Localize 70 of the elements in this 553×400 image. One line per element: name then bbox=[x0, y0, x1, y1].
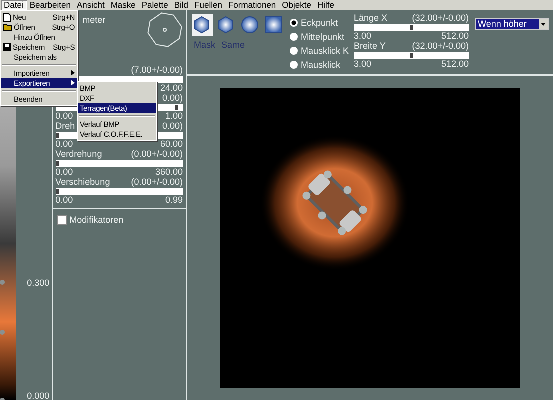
folder-icon bbox=[3, 23, 12, 31]
slider-track[interactable] bbox=[56, 188, 183, 195]
slider-max: 60.00 bbox=[160, 140, 183, 149]
mode-dropdown[interactable]: Wenn höher bbox=[475, 18, 549, 30]
menu-title[interactable]: Maske bbox=[108, 0, 139, 10]
anchor-radio[interactable]: Mausklick K bbox=[290, 46, 348, 56]
menu-title[interactable]: Bild bbox=[171, 0, 192, 10]
slider-thumb[interactable] bbox=[56, 189, 60, 194]
gradient-handle[interactable] bbox=[0, 280, 5, 285]
anchor-radio[interactable]: Mittelpunkt bbox=[290, 32, 348, 42]
shape-button[interactable] bbox=[263, 14, 284, 36]
menu-title[interactable]: Datei bbox=[1, 0, 27, 10]
panel-title: meter bbox=[82, 15, 106, 25]
page-icon bbox=[3, 12, 11, 22]
octagon-icon bbox=[147, 12, 183, 48]
menu-title[interactable]: Formationen bbox=[225, 0, 280, 10]
shape-button[interactable] bbox=[192, 14, 213, 36]
slider-min: 3.00 bbox=[354, 32, 372, 41]
slider-thumb[interactable] bbox=[56, 133, 60, 138]
shape-label: Same bbox=[222, 40, 246, 50]
slider-thumb[interactable] bbox=[410, 25, 412, 30]
slider-reading: (32.00+/-0.00) bbox=[412, 42, 469, 51]
slider-reading: 0.00) bbox=[162, 122, 183, 131]
slider-reading: (7.00+/-0.00) bbox=[131, 66, 183, 75]
anchor-radio[interactable]: Mausklick bbox=[290, 60, 348, 70]
square-icon bbox=[264, 16, 283, 34]
slider-max: 24.00 bbox=[160, 84, 183, 93]
menu-title[interactable]: Hilfe bbox=[314, 0, 338, 10]
slider-label: Breite Y bbox=[354, 42, 386, 51]
slider-reading: 0.00) bbox=[162, 94, 183, 103]
slider-label: Dreh bbox=[56, 122, 76, 131]
scale-label: 0.000 bbox=[27, 391, 50, 400]
menu-title[interactable]: Fuellen bbox=[192, 0, 226, 10]
slider-track[interactable] bbox=[354, 24, 469, 31]
shape-button[interactable] bbox=[216, 14, 236, 36]
slider-thumb[interactable] bbox=[174, 105, 178, 110]
menu-title[interactable]: Bearbeiten bbox=[26, 0, 74, 10]
slider-reading: (32.00+/-0.00) bbox=[412, 14, 469, 23]
shape-button[interactable] bbox=[240, 14, 260, 36]
slider-max: 1.00 bbox=[165, 112, 183, 121]
anchor-radio[interactable]: Eckpunkt bbox=[290, 18, 348, 28]
slider-track[interactable] bbox=[56, 160, 183, 167]
slider-thumb[interactable] bbox=[56, 161, 60, 166]
slider-label: Verschiebung bbox=[56, 178, 110, 187]
slider-reading: (0.00+/-0.00) bbox=[131, 150, 183, 159]
menu-title[interactable]: Palette bbox=[138, 0, 172, 10]
slider-reading: (0.00+/-0.00) bbox=[131, 178, 183, 187]
slider-max: 512.00 bbox=[441, 60, 469, 69]
hexagon-icon bbox=[193, 16, 212, 34]
slider-max: 512.00 bbox=[441, 32, 469, 41]
hexagon-icon bbox=[217, 16, 236, 34]
scale-label: 0.300 bbox=[27, 278, 50, 288]
slider-min: 0.00 bbox=[56, 168, 74, 177]
slider-thumb[interactable] bbox=[410, 53, 412, 58]
floppy-icon bbox=[3, 43, 11, 51]
slider-min: 0.00 bbox=[56, 196, 74, 205]
slider-label: Verdrehung bbox=[56, 150, 102, 159]
menu-title[interactable]: Objekte bbox=[279, 0, 314, 10]
slider-max: 360.00 bbox=[155, 168, 183, 177]
slider-min: 0.00 bbox=[56, 140, 74, 149]
slider-max: 0.99 bbox=[165, 196, 183, 205]
slider-min: 3.00 bbox=[354, 60, 372, 69]
circle-icon bbox=[240, 16, 259, 34]
menu-title[interactable]: Ansicht bbox=[74, 0, 108, 10]
shape-label: Mask bbox=[194, 40, 216, 50]
gradient-handle[interactable] bbox=[0, 330, 5, 335]
slider-track[interactable] bbox=[354, 52, 469, 59]
slider-min: 0.00 bbox=[56, 112, 74, 121]
modifiers-checkbox[interactable]: Modifikatoren bbox=[56, 215, 182, 225]
slider-label: Länge X bbox=[354, 14, 388, 23]
